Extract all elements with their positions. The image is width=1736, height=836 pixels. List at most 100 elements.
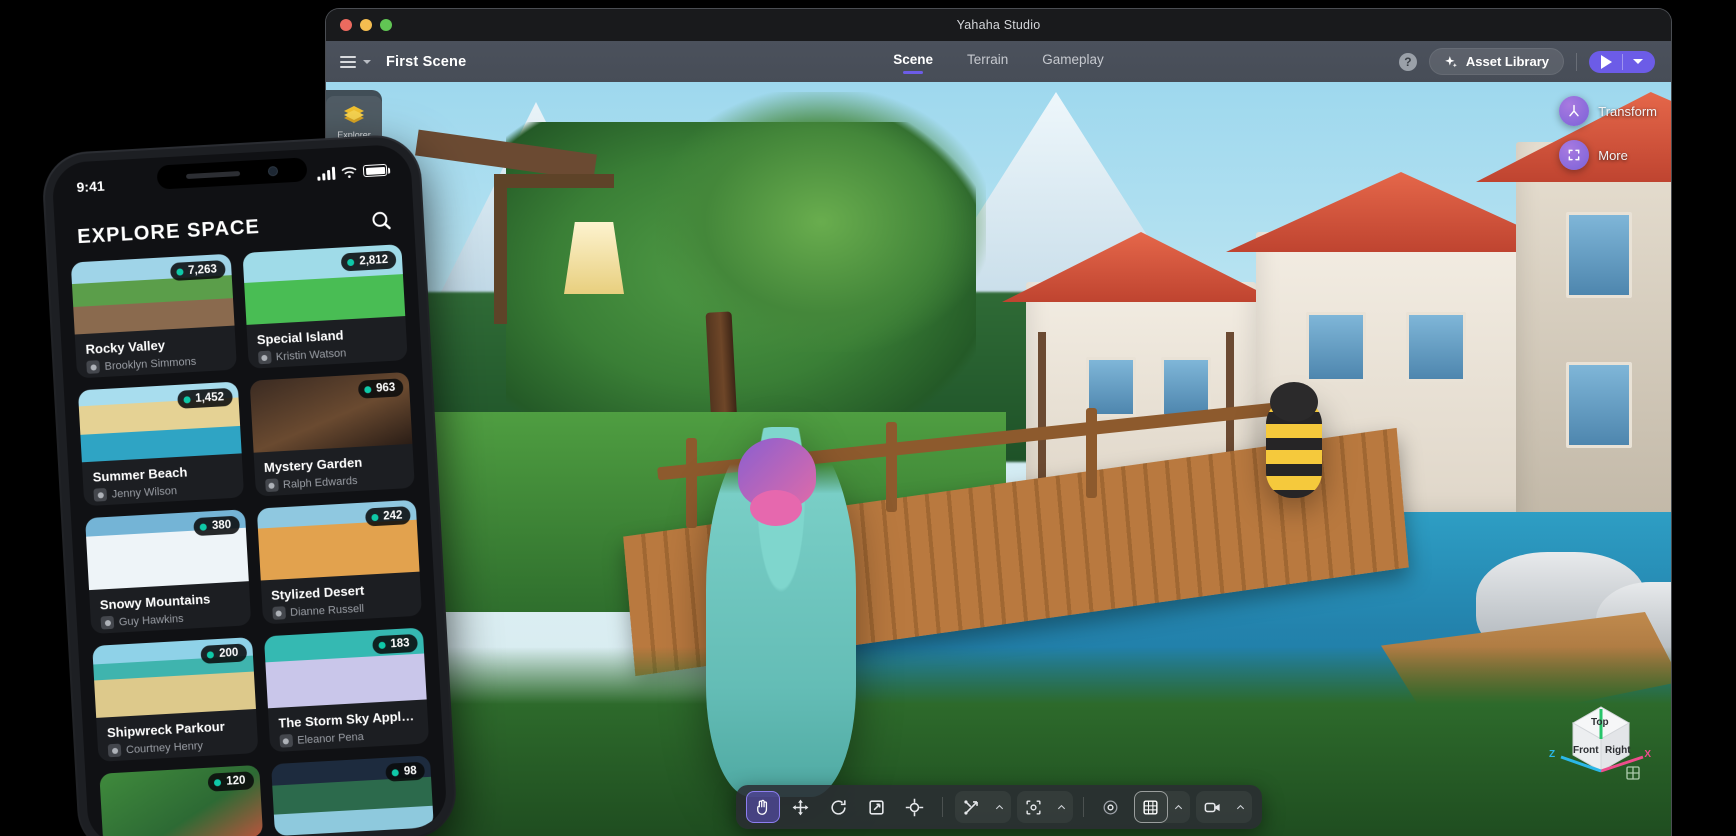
tab-terrain[interactable]: Terrain [963,50,1012,73]
asset-library-label: Asset Library [1465,54,1549,69]
list-item[interactable]: 242 Stylized Desert Dianne Russell [256,499,422,625]
author-name: Kristin Watson [275,346,347,363]
list-item[interactable]: 98 [270,755,434,836]
view-gizmo[interactable]: Top Front Right X Z [1549,691,1651,787]
online-pip-icon [391,768,400,776]
space-card-grid: 7,263 Rocky Valley Brooklyn Simmons 2,81… [70,244,434,836]
play-button-group[interactable] [1589,50,1655,73]
hamburger-icon[interactable] [340,55,356,68]
tab-scene[interactable]: Scene [889,50,937,73]
online-pip-icon [378,641,386,649]
status-badge: 120 [207,771,254,792]
online-pip-icon [347,258,355,266]
visitor-count: 200 [218,646,239,660]
tab-gameplay[interactable]: Gameplay [1038,50,1108,73]
status-badge: 963 [357,378,404,399]
list-item[interactable]: 200 Shipwreck Parkour Courtney Henry [92,637,258,762]
online-pip-icon [175,267,184,276]
camera-tool-group[interactable] [1195,791,1252,823]
card-body: The Storm Sky Appl… Eleanor Pena [267,699,429,752]
list-item[interactable]: 7,263 Rocky Valley Brooklyn Simmons [70,253,237,379]
focus-tool-button[interactable] [1017,791,1051,823]
card-author: Jenny Wilson [93,481,233,502]
rotate-tool-button[interactable] [822,791,856,823]
play-icon[interactable] [1601,54,1612,69]
chevron-down-icon[interactable] [363,59,371,64]
visitor-count: 183 [390,637,410,651]
avatar-icon [257,350,272,365]
gizmo-axis-z: Z [1549,749,1556,760]
gizmo-face-right[interactable]: Right [1605,745,1631,756]
transform-action[interactable]: Transform [1559,96,1657,126]
online-pip-icon [214,778,222,786]
focus-chevron-up-icon[interactable] [1051,791,1073,823]
avatar-icon [100,615,115,630]
author-name: Eleanor Pena [296,730,365,747]
card-author: Ralph Edwards [264,471,405,493]
card-thumbnail: 242 [256,499,420,581]
snap-tool-button[interactable] [955,791,989,823]
avatar-icon [264,478,279,493]
search-icon[interactable] [369,209,392,232]
visitor-count: 7,263 [187,263,218,278]
card-thumbnail: 200 [92,637,256,718]
asset-library-button[interactable]: Asset Library [1428,48,1564,75]
universal-tool-button[interactable] [898,791,932,823]
more-action[interactable]: More [1559,140,1657,170]
gizmo-face-top[interactable]: Top [1591,717,1609,728]
snap-chevron-up-icon[interactable] [989,791,1011,823]
grid-toggle-button[interactable] [1133,791,1168,823]
card-thumbnail: 2,812 [241,244,406,325]
card-author: Eleanor Pena [278,727,419,748]
list-item[interactable]: 1,452 Summer Beach Jenny Wilson [77,381,244,507]
grid-tool-group[interactable] [1133,791,1190,823]
visitor-count: 98 [403,765,418,778]
screen-root: Yahaha Studio First Scene Scene Terrain … [0,0,1736,836]
avatar-icon [93,487,108,502]
camera-toggle-button[interactable] [1196,791,1230,823]
toolbar-left: First Scene [326,54,466,70]
play-divider [1622,53,1623,70]
card-thumbnail: 1,452 [77,381,242,463]
more-icon [1559,140,1590,170]
pivot-toggle-button[interactable] [1094,791,1128,823]
toolbar-separator-2 [1082,797,1084,817]
online-pip-icon [363,385,372,393]
grid-chevron-up-icon[interactable] [1168,791,1190,823]
author-name: Jenny Wilson [111,484,178,501]
visitor-count: 1,452 [194,391,225,405]
author-name: Courtney Henry [125,739,204,756]
status-badge: 7,263 [169,260,226,282]
focus-tool-group[interactable] [1016,791,1073,823]
camera-chevron-up-icon[interactable] [1230,791,1252,823]
author-name: Dianne Russell [289,602,365,619]
list-item[interactable]: 183 The Storm Sky Appl… Eleanor Pena [263,627,430,753]
list-item[interactable]: 120 [99,764,263,836]
layers-icon [344,106,364,123]
transform-icon [1559,96,1590,126]
phone-status-icons [317,163,388,181]
sparkle-icon [1445,55,1457,67]
window-titlebar: Yahaha Studio [326,9,1671,41]
visitor-count: 2,812 [359,253,389,268]
card-body: Special Island Kristin Watson [246,316,408,369]
snap-tool-group[interactable] [954,791,1011,823]
gizmo-grid-icon[interactable] [1625,765,1641,781]
avatar-icon [271,606,286,620]
page-title: EXPLORE SPACE [76,215,261,248]
author-name: Guy Hawkins [118,612,184,628]
play-chevron-down-icon[interactable] [1633,59,1643,64]
move-tool-button[interactable] [784,791,818,823]
status-badge: 242 [364,506,411,527]
status-badge: 1,452 [176,387,233,409]
scene-viewport[interactable]: Explorer Transform More Top Front Right … [326,82,1671,836]
gizmo-face-front[interactable]: Front [1573,745,1599,756]
list-item[interactable]: 963 Mystery Garden Ralph Edwards [249,371,415,497]
hand-tool-button[interactable] [745,791,780,823]
list-item[interactable]: 380 Snowy Mountains Guy Hawkins [85,509,251,635]
online-pip-icon [183,395,191,404]
help-icon[interactable]: ? [1398,52,1417,71]
list-item[interactable]: 2,812 Special Island Kristin Watson [241,244,408,369]
scale-tool-button[interactable] [860,791,894,823]
battery-icon [362,163,388,178]
